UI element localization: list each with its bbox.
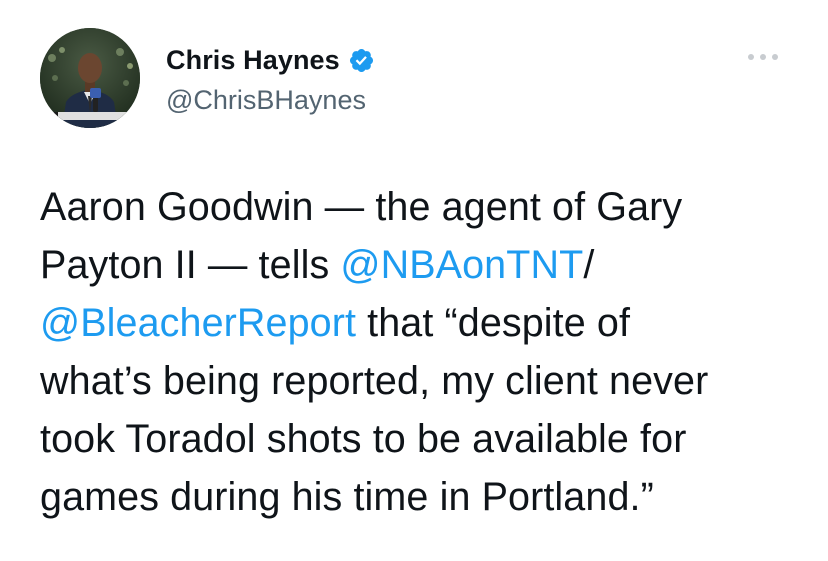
more-options-icon[interactable] [746,50,780,64]
tweet-line-2: Payton II — tells @NBAonTNT/ [40,236,810,294]
tweet-line-3: @BleacherReport that “despite of [40,294,810,352]
name-row: Chris Haynes [166,41,375,81]
verified-badge-icon [348,47,375,74]
tweet-line-6: games during his time in Portland.” [40,475,654,519]
author-identity: Chris Haynes @ChrisBHaynes [166,41,375,116]
tweet-line-1: Aaron Goodwin — the agent of Gary [40,185,683,229]
author-handle[interactable]: @ChrisBHaynes [166,85,375,116]
mention-bleacherreport-link[interactable]: @BleacherReport [40,301,356,345]
tweet-body: Aaron Goodwin — the agent of Gary Payton… [40,178,810,526]
tweet-line-5: took Toradol shots to be available for [40,417,687,461]
mention-nbaontnt-link[interactable]: @NBAonTNT [340,243,583,287]
tweet-text-segment: / [583,243,595,287]
display-name[interactable]: Chris Haynes [166,45,340,76]
tweet-header: Chris Haynes @ChrisBHaynes [40,28,375,128]
tweet-card: Chris Haynes @ChrisBHaynes Aaron Goodwin… [0,0,828,561]
avatar[interactable] [40,28,140,128]
tweet-line-4: what’s being reported, my client never [40,359,709,403]
profile-photo-icon [40,28,140,128]
tweet-text-segment: Payton II — tells [40,243,341,287]
tweet-text-segment: that “despite of [356,301,631,345]
